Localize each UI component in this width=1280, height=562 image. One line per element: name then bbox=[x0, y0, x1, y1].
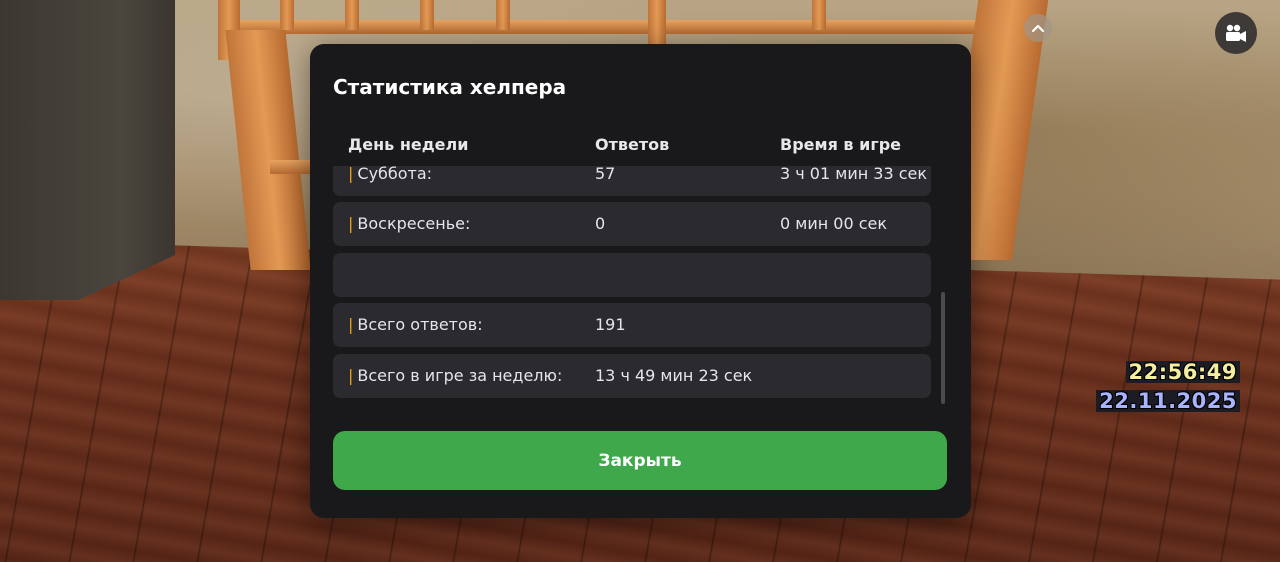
column-header-day: День недели bbox=[348, 135, 469, 154]
camera-mode-button[interactable] bbox=[1215, 12, 1257, 54]
column-header-playtime: Время в игре bbox=[780, 135, 901, 154]
row-day-cell: | Всего в игре за неделю: bbox=[348, 366, 563, 385]
row-marker: | bbox=[348, 166, 354, 183]
row-day-cell: | Всего ответов: bbox=[348, 315, 483, 334]
table-row: | Суббота: 57 3 ч 01 мин 33 сек bbox=[333, 166, 931, 196]
shelf-post bbox=[345, 0, 359, 30]
total-playtime-row: | Всего в игре за неделю: 13 ч 49 мин 23 … bbox=[333, 354, 931, 398]
dark-cabinet bbox=[0, 0, 175, 300]
row-answers-cell: 0 bbox=[595, 214, 606, 233]
shelf-post bbox=[420, 0, 434, 30]
row-time-cell: 3 ч 01 мин 33 сек bbox=[780, 166, 928, 183]
row-marker: | bbox=[348, 366, 354, 385]
row-day-cell: | Воскресенье: bbox=[348, 214, 471, 233]
game-time: 22:56:49 bbox=[1125, 361, 1240, 383]
shelf-post bbox=[496, 0, 510, 30]
row-time-cell: 0 мин 00 сек bbox=[780, 214, 888, 233]
shelf-post bbox=[280, 0, 294, 30]
table-row: | Воскресенье: 0 0 мин 00 сек bbox=[333, 202, 931, 246]
game-date: 22.11.2025 bbox=[1096, 390, 1240, 412]
chevron-up-icon bbox=[1031, 24, 1045, 33]
row-marker: | bbox=[348, 214, 354, 233]
dialog-title: Статистика хелпера bbox=[333, 75, 567, 99]
shelf-post bbox=[648, 0, 666, 45]
row-answers-cell: 57 bbox=[595, 166, 616, 183]
stats-list[interactable]: | Суббота: 57 3 ч 01 мин 33 сек | Воскресе… bbox=[333, 166, 931, 402]
row-answers-cell: 13 ч 49 мин 23 сек bbox=[595, 366, 753, 385]
collapse-hud-button[interactable] bbox=[1024, 14, 1052, 42]
shelf-post bbox=[812, 0, 826, 30]
column-header-answers: Ответов bbox=[595, 135, 670, 154]
shelf-board bbox=[270, 160, 310, 174]
row-marker: | bbox=[348, 315, 354, 334]
list-scrollbar[interactable] bbox=[941, 292, 945, 404]
row-day-cell: | Суббота: bbox=[348, 166, 433, 183]
empty-row bbox=[333, 253, 931, 297]
close-button[interactable]: Закрыть bbox=[333, 431, 947, 490]
row-answers-cell: 191 bbox=[595, 315, 626, 334]
helper-stats-dialog: Статистика хелпера День недели Ответов В… bbox=[310, 44, 971, 518]
video-camera-icon bbox=[1226, 24, 1246, 42]
total-answers-row: | Всего ответов: 191 bbox=[333, 303, 931, 347]
